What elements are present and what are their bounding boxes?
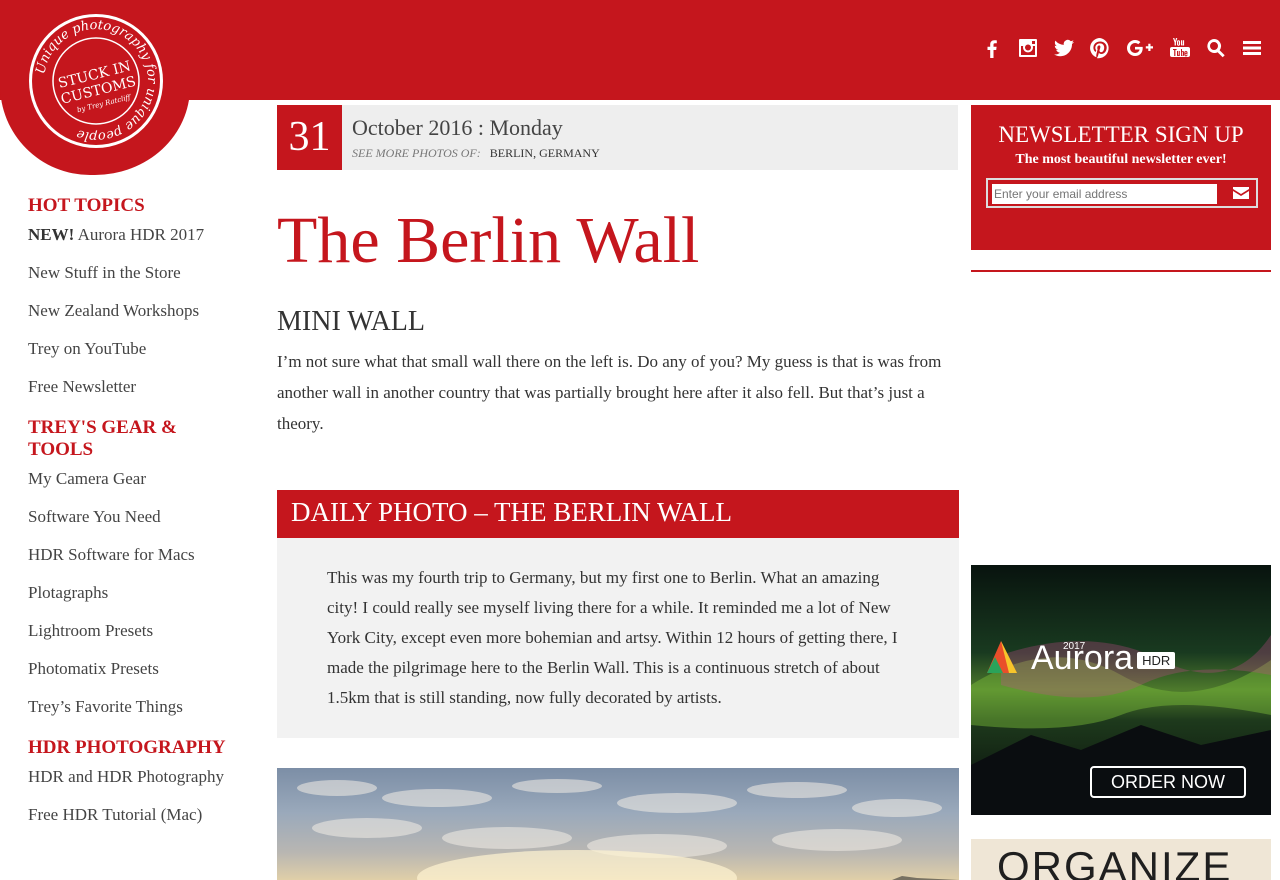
sidebar-item-workshops[interactable]: New Zealand Workshops xyxy=(28,301,238,321)
site-logo[interactable]: Unique photography for unique people STU… xyxy=(0,0,190,175)
divider xyxy=(971,270,1271,272)
sidebar-item-plotagraphs[interactable]: Plotagraphs xyxy=(28,583,238,603)
facebook-icon[interactable] xyxy=(974,30,1010,66)
ad-brand: Aurora HDR xyxy=(1031,639,1176,678)
sidebar-link[interactable]: Software You Need xyxy=(28,507,161,526)
google-plus-icon[interactable] xyxy=(1118,30,1162,66)
search-icon[interactable] xyxy=(1198,30,1234,66)
left-sidebar: HOT TOPICS NEW! Aurora HDR 2017 New Stuf… xyxy=(28,195,238,845)
sidebar-link[interactable]: New Zealand Workshops xyxy=(28,301,199,320)
sidebar-link[interactable]: Photomatix Presets xyxy=(28,659,159,678)
twitter-icon[interactable] xyxy=(1046,30,1082,66)
envelope-icon[interactable] xyxy=(1232,185,1250,201)
sidebar-link[interactable]: Trey’s Favorite Things xyxy=(28,697,183,716)
sidebar-item-hdr[interactable]: HDR and HDR Photography xyxy=(28,767,238,787)
newsletter-widget: NEWSLETTER SIGN UP The most beautiful ne… xyxy=(971,105,1271,250)
post-day: 31 xyxy=(277,105,342,170)
post-subheading: MINI WALL xyxy=(277,306,426,337)
order-now-button[interactable]: ORDER NOW xyxy=(1090,766,1246,798)
quote-text: This was my fourth trip to Germany, but … xyxy=(327,568,898,707)
sidebar-item-lightroom[interactable]: Lightroom Presets xyxy=(28,621,238,641)
sidebar-link[interactable]: HDR Software for Macs xyxy=(28,545,195,564)
instagram-icon[interactable] xyxy=(1010,30,1046,66)
top-bar xyxy=(0,0,1280,100)
post-location: SEE MORE PHOTOS OF: BERLIN, GERMANY xyxy=(352,146,600,161)
newsletter-form xyxy=(986,178,1258,208)
sidebar-item-store[interactable]: New Stuff in the Store xyxy=(28,263,238,283)
aurora-hdr-ad[interactable]: 2017 Aurora HDR ORDER NOW xyxy=(971,565,1271,815)
hot-topics-section: HOT TOPICS NEW! Aurora HDR 2017 New Stuf… xyxy=(28,195,238,397)
sidebar-item-favorites[interactable]: Trey’s Favorite Things xyxy=(28,697,238,717)
sidebar-item-hdr-software[interactable]: HDR Software for Macs xyxy=(28,545,238,565)
section-heading-bar: DAILY PHOTO – THE BERLIN WALL xyxy=(277,490,959,538)
gear-heading: TREY'S GEAR & TOOLS xyxy=(28,417,177,460)
gear-section: TREY'S GEAR & TOOLS My Camera Gear Softw… xyxy=(28,417,238,717)
section-heading: DAILY PHOTO – THE BERLIN WALL xyxy=(291,497,733,527)
sidebar-item-software[interactable]: Software You Need xyxy=(28,507,238,527)
newsletter-title: NEWSLETTER SIGN UP xyxy=(998,122,1244,147)
sidebar-link[interactable]: Free HDR Tutorial (Mac) xyxy=(28,805,202,824)
organize-text: ORGANIZE xyxy=(997,843,1233,880)
hdr-section: HDR PHOTOGRAPHY HDR and HDR Photography … xyxy=(28,737,238,825)
sidebar-link[interactable]: HDR Photography xyxy=(97,767,224,786)
youtube-icon[interactable] xyxy=(1162,30,1198,66)
location-link[interactable]: BERLIN, GERMANY xyxy=(490,146,600,160)
sidebar-link[interactable]: Aurora HDR 2017 xyxy=(78,225,205,244)
sidebar-item-newsletter[interactable]: Free Newsletter xyxy=(28,377,238,397)
sidebar-link[interactable]: HDR xyxy=(28,767,64,786)
new-badge: NEW! xyxy=(28,225,75,244)
post-paragraph: I’m not sure what that small wall there … xyxy=(277,352,942,433)
logo-seal-icon: Unique photography for unique people STU… xyxy=(29,14,163,148)
sidebar-link[interactable]: Trey on YouTube xyxy=(28,339,146,358)
sidebar-link[interactable]: Plotagraphs xyxy=(28,583,108,602)
pinterest-icon[interactable] xyxy=(1082,30,1118,66)
post-date: October 2016 : Monday xyxy=(352,115,563,140)
post-photo[interactable] xyxy=(277,768,959,880)
menu-icon[interactable] xyxy=(1234,30,1270,66)
sidebar-link[interactable]: New Stuff in the Store xyxy=(28,263,181,282)
hot-topics-heading: HOT TOPICS xyxy=(28,195,145,216)
see-more-label: SEE MORE PHOTOS OF: xyxy=(352,146,481,160)
sidebar-item-camera-gear[interactable]: My Camera Gear xyxy=(28,469,238,489)
sidebar-item-youtube[interactable]: Trey on YouTube xyxy=(28,339,238,359)
email-input[interactable] xyxy=(992,184,1217,204)
newsletter-subtitle: The most beautiful newsletter ever! xyxy=(1015,152,1227,167)
quote-block: This was my fourth trip to Germany, but … xyxy=(277,538,959,738)
post-date-bar: October 2016 : Monday SEE MORE PHOTOS OF… xyxy=(342,105,958,170)
sidebar-item-hdr-tutorial[interactable]: Free HDR Tutorial (Mac) xyxy=(28,805,238,825)
sidebar-link[interactable]: Lightroom Presets xyxy=(28,621,153,640)
organize-ad[interactable]: ORGANIZE xyxy=(971,839,1271,880)
sidebar-item-aurora[interactable]: NEW! Aurora HDR 2017 xyxy=(28,225,238,245)
sidebar-item-photomatix[interactable]: Photomatix Presets xyxy=(28,659,238,679)
sidebar-link[interactable]: Free Newsletter xyxy=(28,377,136,396)
sidebar-link[interactable]: My Camera Gear xyxy=(28,469,146,488)
hdr-heading: HDR PHOTOGRAPHY xyxy=(28,737,226,758)
post-title: The Berlin Wall xyxy=(277,204,700,277)
header-icons xyxy=(974,30,1270,66)
sky-clouds-image xyxy=(297,779,959,880)
